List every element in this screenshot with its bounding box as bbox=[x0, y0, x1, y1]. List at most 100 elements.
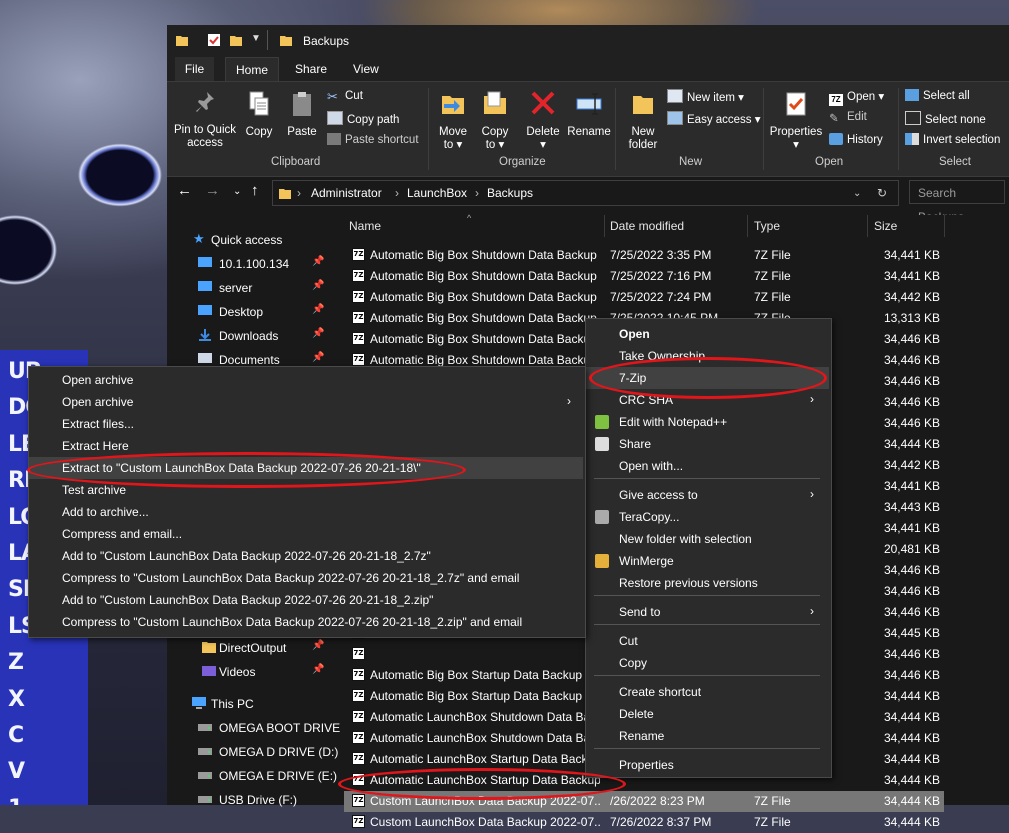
context-menu-item[interactable]: Cut bbox=[586, 630, 829, 652]
7zip-menu-item[interactable]: Extract Here bbox=[29, 435, 583, 457]
crumb-chevron-icon[interactable]: › bbox=[395, 186, 399, 200]
context-menu-item[interactable]: Edit with Notepad++ bbox=[586, 411, 829, 433]
7z-file-icon: 7Z bbox=[352, 815, 365, 828]
7zip-menu-item[interactable]: Open archive › bbox=[29, 391, 583, 413]
nav-item-videos[interactable]: Videos 📌 bbox=[167, 661, 330, 683]
nav-drive[interactable]: OMEGA D DRIVE (D:) bbox=[167, 741, 338, 763]
context-menu-item[interactable]: TeraCopy... bbox=[586, 506, 829, 528]
file-row[interactable]: 7Z Custom LaunchBox Data Backup 2022-07..… bbox=[344, 812, 944, 833]
tab-home[interactable]: Home bbox=[225, 57, 279, 82]
move-to-button[interactable]: Move to ▾ bbox=[435, 90, 471, 152]
new-folder-button[interactable]: New folder bbox=[623, 90, 663, 152]
context-menu-item[interactable]: Copy bbox=[586, 652, 829, 674]
7zip-menu-item[interactable]: Add to "Custom LaunchBox Data Backup 202… bbox=[29, 589, 583, 611]
tab-share[interactable]: Share bbox=[295, 62, 327, 76]
refresh-icon[interactable]: ↻ bbox=[877, 186, 887, 200]
7zip-menu-item[interactable]: Add to "Custom LaunchBox Data Backup 202… bbox=[29, 545, 583, 567]
context-menu-item[interactable]: Take Ownership bbox=[586, 345, 829, 367]
context-menu-item[interactable]: WinMerge bbox=[586, 550, 829, 572]
context-menu-item[interactable]: Restore previous versions bbox=[586, 572, 829, 594]
7zip-menu-item[interactable]: Compress to "Custom LaunchBox Data Backu… bbox=[29, 611, 583, 633]
context-menu-item[interactable]: Share bbox=[586, 433, 829, 455]
context-menu-item[interactable]: Properties bbox=[586, 754, 829, 776]
file-row[interactable]: 7Z Automatic Big Box Shutdown Data Backup… bbox=[344, 245, 944, 266]
nav-item-directoutput[interactable]: DirectOutput 📌 bbox=[167, 637, 330, 659]
address-bar[interactable]: › Administrator › LaunchBox › Backups ⌄ … bbox=[272, 180, 899, 206]
nav-this-pc[interactable]: This PC bbox=[167, 693, 330, 715]
context-menu-item[interactable]: Create shortcut bbox=[586, 681, 829, 703]
7zip-menu-item[interactable]: Test archive bbox=[29, 479, 583, 501]
context-menu-item[interactable]: Open with... bbox=[586, 455, 829, 477]
nav-drive[interactable]: USB Drive (F:) bbox=[167, 789, 330, 811]
crumb-chevron-icon[interactable]: › bbox=[475, 186, 479, 200]
7zip-menu-item[interactable]: Open archive bbox=[29, 369, 583, 391]
nav-item[interactable]: Downloads 📌 bbox=[167, 325, 330, 347]
nav-item[interactable]: server 📌 bbox=[167, 277, 330, 299]
context-menu-item[interactable]: Give access to › bbox=[586, 484, 829, 506]
quick-access-toolbar-dropdown-icon[interactable]: ▼ bbox=[251, 33, 261, 44]
nav-drive[interactable]: OMEGA E DRIVE (E:) bbox=[167, 765, 337, 787]
edit-button[interactable]: ✎ Edit bbox=[829, 111, 867, 125]
crumb-launchbox[interactable]: LaunchBox bbox=[407, 186, 467, 200]
forward-arrow-icon[interactable]: → bbox=[205, 182, 220, 199]
7z-file-icon: 7Z bbox=[352, 710, 365, 723]
copy-to-button[interactable]: Copy to ▾ bbox=[477, 90, 513, 152]
7zip-menu-item[interactable]: Extract files... bbox=[29, 413, 583, 435]
open-button[interactable]: 7Z Open ▾ bbox=[829, 89, 884, 106]
crumb-chevron-icon[interactable]: › bbox=[297, 186, 301, 200]
address-dropdown-icon[interactable]: ⌄ bbox=[853, 188, 861, 199]
pin-quick-access-button[interactable]: Pin to Quick access bbox=[171, 90, 239, 150]
history-button[interactable]: History bbox=[829, 133, 883, 146]
select-none-button[interactable]: Select none bbox=[905, 111, 986, 126]
context-menu-item[interactable]: Send to › bbox=[586, 601, 829, 623]
rename-button[interactable]: Rename bbox=[567, 90, 611, 139]
column-name[interactable]: Name bbox=[349, 215, 381, 237]
paste-icon bbox=[293, 92, 311, 116]
nav-item[interactable]: 10.1.100.134 📌 bbox=[167, 253, 330, 275]
crumb-administrator[interactable]: Administrator bbox=[311, 186, 382, 200]
nav-item[interactable]: Desktop 📌 bbox=[167, 301, 330, 323]
select-all-button[interactable]: Select all bbox=[905, 89, 970, 102]
context-menu-item[interactable]: CRC SHA › bbox=[586, 389, 829, 411]
easy-access-button[interactable]: Easy access ▾ bbox=[667, 111, 761, 126]
tab-file[interactable]: File bbox=[175, 57, 214, 81]
7zip-menu-item[interactable]: Add to archive... bbox=[29, 501, 583, 523]
new-item-icon bbox=[667, 89, 683, 103]
paste-shortcut-button[interactable]: Paste shortcut bbox=[327, 133, 419, 146]
context-menu-item[interactable]: Rename bbox=[586, 725, 829, 747]
context-menu-item[interactable]: Open bbox=[586, 323, 829, 345]
7zip-menu-item[interactable]: Compress and email... bbox=[29, 523, 583, 545]
tab-view[interactable]: View bbox=[353, 62, 379, 76]
crumb-backups[interactable]: Backups bbox=[487, 186, 533, 200]
file-row[interactable]: 7Z Automatic Big Box Shutdown Data Backup… bbox=[344, 266, 944, 287]
context-menu-item[interactable]: New folder with selection bbox=[586, 528, 829, 550]
copy-button[interactable]: Copy bbox=[241, 90, 277, 139]
desktop-letter: 1 bbox=[8, 791, 48, 805]
file-size: 34,446 KB bbox=[883, 332, 940, 346]
file-row[interactable]: 7Z Custom LaunchBox Data Backup 2022-07..… bbox=[344, 791, 944, 812]
search-input[interactable]: Search Backups bbox=[909, 180, 1005, 224]
file-name: Automatic LaunchBox Shutdown Data Backup bbox=[370, 731, 600, 745]
context-menu-item[interactable]: 7-Zip bbox=[586, 367, 829, 389]
delete-button[interactable]: Delete ▾ bbox=[525, 90, 561, 152]
7zip-menu-item[interactable]: Extract to "Custom LaunchBox Data Backup… bbox=[29, 457, 583, 479]
column-date[interactable]: Date modified bbox=[610, 215, 684, 237]
column-size[interactable]: Size bbox=[874, 215, 897, 237]
nav-drive[interactable]: OMEGA BOOT DRIVE bbox=[167, 717, 340, 739]
column-type[interactable]: Type bbox=[754, 215, 780, 237]
nav-quick-access[interactable]: ★ Quick access bbox=[167, 229, 330, 251]
invert-selection-button[interactable]: Invert selection bbox=[905, 133, 1000, 146]
properties-button[interactable]: Properties ▾ bbox=[767, 90, 825, 152]
back-arrow-icon[interactable]: ← bbox=[177, 182, 192, 199]
new-item-button[interactable]: New item ▾ bbox=[667, 89, 744, 104]
recent-dropdown-icon[interactable]: ⌄ bbox=[233, 186, 241, 197]
7zip-menu-item[interactable]: Compress to "Custom LaunchBox Data Backu… bbox=[29, 567, 583, 589]
copy-path-button[interactable]: Copy path bbox=[327, 111, 399, 126]
cut-button[interactable]: ✂ Cut bbox=[327, 89, 363, 104]
up-arrow-icon[interactable]: ↑ bbox=[251, 182, 259, 199]
properties-check-icon[interactable] bbox=[207, 33, 221, 47]
paste-button[interactable]: Paste bbox=[283, 90, 321, 139]
file-row[interactable]: 7Z Automatic Big Box Shutdown Data Backup… bbox=[344, 287, 944, 308]
new-folder-quick-icon[interactable] bbox=[229, 33, 243, 47]
context-menu-item[interactable]: Delete bbox=[586, 703, 829, 725]
